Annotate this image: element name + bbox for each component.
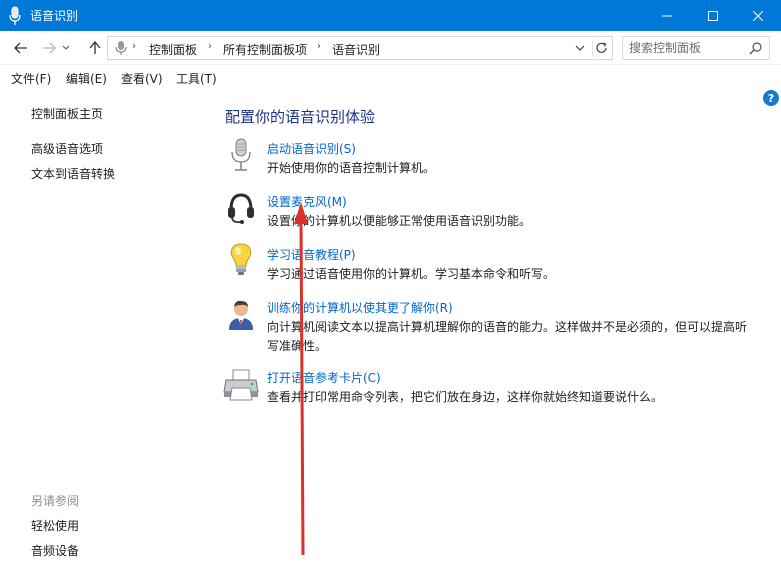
left-link-audio-devices[interactable]: 音频设备 [31, 542, 79, 559]
see-also-heading: 另请参阅 [31, 494, 80, 508]
task-train-computer-desc: 向计算机阅读文本以提高计算机理解你的语音的能力。这样做并不是必须的，但可以提高听… [267, 320, 748, 353]
up-button[interactable] [85, 38, 105, 58]
menu-file[interactable]: 文件(F) [11, 70, 51, 87]
breadcrumb-separator-icon: › [208, 41, 212, 52]
forward-arrow-icon [43, 42, 56, 54]
recent-locations-button[interactable] [59, 38, 73, 58]
task-start-speech-recognition-link[interactable]: 启动语音识别(S) [267, 140, 356, 157]
address-row: › 控制面板 › 所有控制面板项 › 语音识别 [0, 31, 781, 65]
search-input[interactable] [629, 40, 739, 56]
menu-edit[interactable]: 编辑(E) [66, 70, 107, 87]
breadcrumb-control-panel[interactable]: 控制面板 [149, 41, 197, 58]
search-box[interactable] [622, 36, 770, 60]
back-button[interactable] [11, 38, 31, 58]
breadcrumb-separator-icon: › [132, 41, 136, 52]
headset-icon [228, 193, 254, 224]
refresh-icon [596, 42, 607, 53]
menu-view[interactable]: 查看(V) [121, 70, 163, 87]
breadcrumb-separator-icon: › [317, 41, 321, 52]
task-start-speech-recognition-desc: 开始使用你的语音控制计算机。 [267, 161, 436, 175]
left-link-text-to-speech[interactable]: 文本到语音转换 [31, 165, 115, 182]
breadcrumb-speech-recognition[interactable]: 语音识别 [332, 41, 380, 58]
red-annotation-arrow-icon [294, 202, 308, 556]
microphone-icon [231, 138, 251, 171]
minimize-button[interactable] [644, 0, 690, 31]
printer-icon [223, 369, 259, 401]
left-link-advanced-speech-options[interactable]: 高级语音选项 [31, 140, 103, 157]
address-dropdown-button[interactable] [572, 40, 588, 56]
close-icon [753, 10, 763, 21]
up-arrow-icon [89, 41, 101, 54]
page-title: 配置你的语音识别体验 [225, 108, 376, 126]
title-bar: 语音识别 [0, 0, 781, 31]
help-icon[interactable]: ? [763, 90, 779, 106]
maximize-button[interactable] [690, 0, 736, 31]
back-arrow-icon [14, 42, 27, 54]
refresh-button[interactable] [592, 39, 610, 57]
address-bar[interactable]: › 控制面板 › 所有控制面板项 › 语音识别 [107, 36, 613, 60]
maximize-icon [708, 10, 718, 21]
microphone-icon [115, 41, 127, 55]
lightbulb-icon [230, 243, 252, 275]
window-title: 语音识别 [30, 9, 79, 23]
task-speech-reference-card-desc: 查看并打印常用命令列表，把它们放在身边，这样你就始终知道要说什么。 [267, 390, 664, 404]
menu-tools[interactable]: 工具(T) [176, 70, 217, 87]
menu-bar: 文件(F) 编辑(E) 查看(V) 工具(T) [0, 65, 781, 89]
forward-button[interactable] [39, 38, 59, 58]
microphone-icon [9, 6, 21, 25]
user-training-icon [229, 300, 253, 330]
chevron-down-icon [575, 45, 585, 51]
close-button[interactable] [735, 0, 781, 31]
breadcrumb-all-items[interactable]: 所有控制面板项 [223, 41, 307, 58]
chevron-down-icon [62, 45, 70, 50]
left-link-control-panel-home[interactable]: 控制面板主页 [31, 105, 103, 122]
left-link-ease-of-access[interactable]: 轻松使用 [31, 517, 79, 534]
search-icon [749, 42, 762, 55]
minimize-icon [662, 15, 672, 16]
